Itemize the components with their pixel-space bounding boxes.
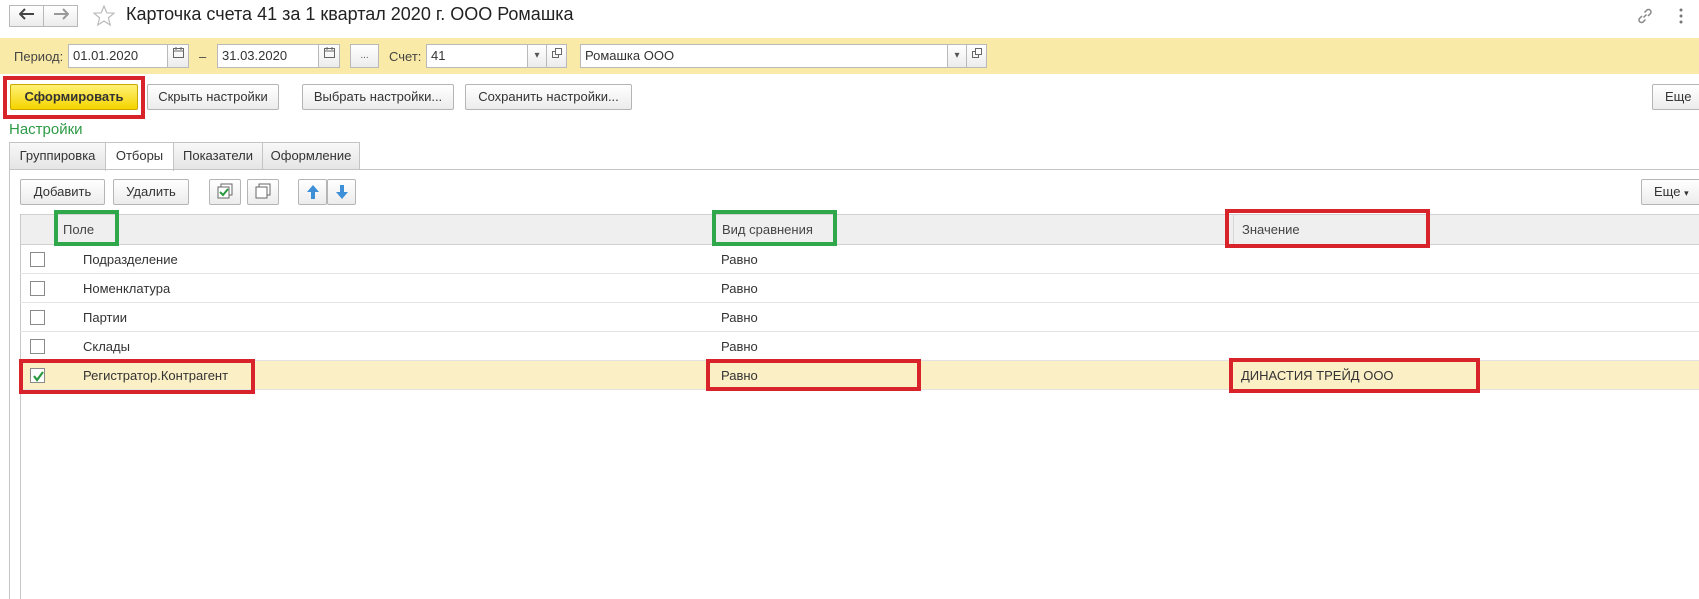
table-row[interactable] <box>20 332 1699 361</box>
tab-0[interactable]: Группировка <box>9 142 106 170</box>
uncheck-all-icon <box>253 183 273 205</box>
calendar-to-button[interactable] <box>318 44 340 68</box>
row-checkbox[interactable] <box>30 339 45 354</box>
account-dropdown-button[interactable]: ▾ <box>527 44 547 68</box>
calendar-from-button[interactable] <box>167 44 189 68</box>
tab-3[interactable]: Оформление <box>262 142 360 170</box>
arrow-left-icon <box>18 7 35 24</box>
tab-2[interactable]: Показатели <box>173 142 263 170</box>
account-label: Счет: <box>389 49 422 64</box>
table-row[interactable] <box>20 245 1699 274</box>
cell-comparison[interactable]: Равно <box>721 303 758 332</box>
highlight-selected-comparison <box>706 359 921 391</box>
link-icon[interactable] <box>1636 7 1654 25</box>
cell-comparison[interactable]: Равно <box>721 245 758 274</box>
row-checkbox[interactable] <box>30 281 45 296</box>
cell-comparison[interactable]: Равно <box>721 332 758 361</box>
settings-title: Настройки <box>9 121 83 138</box>
arrow-up-icon <box>305 185 321 203</box>
filters-more-button[interactable]: Еще ▾ <box>1641 179 1699 205</box>
account-open-button[interactable] <box>546 44 567 68</box>
date-from-field[interactable]: 01.01.2020 <box>68 44 168 68</box>
table-header <box>20 214 1699 245</box>
chevron-down-icon: ▾ <box>1684 188 1689 198</box>
uncheck-all-button[interactable] <box>247 179 279 205</box>
arrow-down-icon <box>334 185 350 203</box>
date-to-field[interactable]: 31.03.2020 <box>217 44 319 68</box>
organization-field[interactable]: Ромашка ООО <box>580 44 948 68</box>
period-dash: – <box>199 49 207 64</box>
open-form-icon <box>551 48 562 61</box>
choose-settings-button[interactable]: Выбрать настройки... <box>302 84 454 110</box>
move-up-button[interactable] <box>298 179 327 205</box>
highlight-generate <box>3 76 145 119</box>
calendar-icon <box>323 47 335 61</box>
cell-field[interactable]: Номенклатура <box>83 274 170 303</box>
tabs-divider <box>9 169 1699 170</box>
highlight-value-header <box>1225 209 1430 248</box>
chevron-down-icon: ▾ <box>534 50 540 61</box>
period-label: Период: <box>14 49 64 64</box>
forward-button[interactable] <box>43 5 78 27</box>
calendar-icon <box>172 47 184 61</box>
cell-field[interactable]: Склады <box>83 332 130 361</box>
check-all-button[interactable] <box>209 179 241 205</box>
back-button[interactable] <box>9 5 44 27</box>
hide-settings-button[interactable]: Скрыть настройки <box>147 84 279 110</box>
cell-field[interactable]: Партии <box>83 303 127 332</box>
save-settings-button[interactable]: Сохранить настройки... <box>465 84 632 110</box>
panel-border <box>9 169 10 599</box>
account-field[interactable]: 41 <box>426 44 528 68</box>
cell-comparison[interactable]: Равно <box>721 274 758 303</box>
highlight-comparison-header <box>712 210 837 246</box>
filters-more-label: Еще <box>1654 184 1681 199</box>
table-row[interactable] <box>20 274 1699 303</box>
row-checkbox[interactable] <box>30 310 45 325</box>
add-filter-button[interactable]: Добавить <box>20 179 105 205</box>
highlight-selected-value <box>1229 358 1480 393</box>
organization-open-button[interactable] <box>966 44 987 68</box>
more-button[interactable]: Еще <box>1652 84 1699 110</box>
cell-field[interactable]: Подразделение <box>83 245 178 274</box>
row-checkbox[interactable] <box>30 252 45 267</box>
delete-filter-button[interactable]: Удалить <box>113 179 189 205</box>
highlight-selected-field <box>19 359 255 394</box>
window-title: Карточка счета 41 за 1 квартал 2020 г. О… <box>126 4 574 24</box>
tab-1[interactable]: Отборы <box>105 142 174 171</box>
organization-dropdown-button[interactable]: ▾ <box>947 44 967 68</box>
arrow-right-icon <box>53 7 69 24</box>
period-select-button[interactable]: ... <box>350 44 379 68</box>
open-form-icon <box>971 48 982 61</box>
star-icon[interactable] <box>92 4 116 27</box>
move-down-button[interactable] <box>327 179 356 205</box>
chevron-down-icon: ▾ <box>954 50 960 61</box>
vertical-dots-icon[interactable] <box>1677 7 1685 25</box>
table-row[interactable] <box>20 303 1699 332</box>
highlight-field-header <box>54 210 119 246</box>
check-all-icon <box>215 183 235 205</box>
